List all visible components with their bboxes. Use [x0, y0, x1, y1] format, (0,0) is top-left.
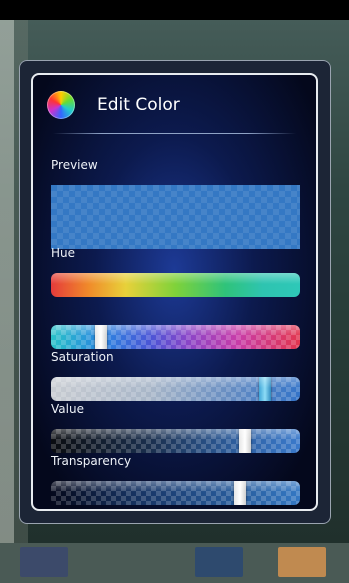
background-dock	[0, 543, 349, 583]
background-app-icon	[278, 547, 326, 577]
transparency-slider[interactable]	[51, 481, 300, 505]
transparency-slider-thumb[interactable]	[234, 481, 246, 505]
hue-slider-thumb[interactable]	[95, 325, 107, 349]
color-preview	[51, 185, 300, 249]
hue-label: Hue	[51, 246, 76, 260]
preview-label: Preview	[51, 158, 98, 172]
value-label: Value	[51, 402, 84, 416]
transparency-label: Transparency	[51, 454, 132, 468]
value-slider-thumb[interactable]	[239, 429, 251, 453]
background-app-icon	[20, 547, 68, 577]
background-app-icon	[195, 547, 243, 577]
value-slider[interactable]	[51, 429, 300, 453]
color-wheel-icon	[47, 91, 75, 119]
dialog-panel: Edit Color Preview Hue Saturation Value …	[31, 73, 318, 511]
edit-color-dialog: Edit Color Preview Hue Saturation Value …	[19, 60, 331, 524]
saturation-slider[interactable]	[51, 377, 300, 401]
hue-slider[interactable]	[51, 325, 300, 349]
title-divider	[53, 133, 296, 134]
saturation-slider-thumb[interactable]	[259, 377, 271, 401]
hue-spectrum-bar[interactable]	[51, 273, 300, 297]
status-bar	[0, 0, 349, 20]
dialog-title: Edit Color	[97, 95, 180, 115]
saturation-label: Saturation	[51, 350, 114, 364]
